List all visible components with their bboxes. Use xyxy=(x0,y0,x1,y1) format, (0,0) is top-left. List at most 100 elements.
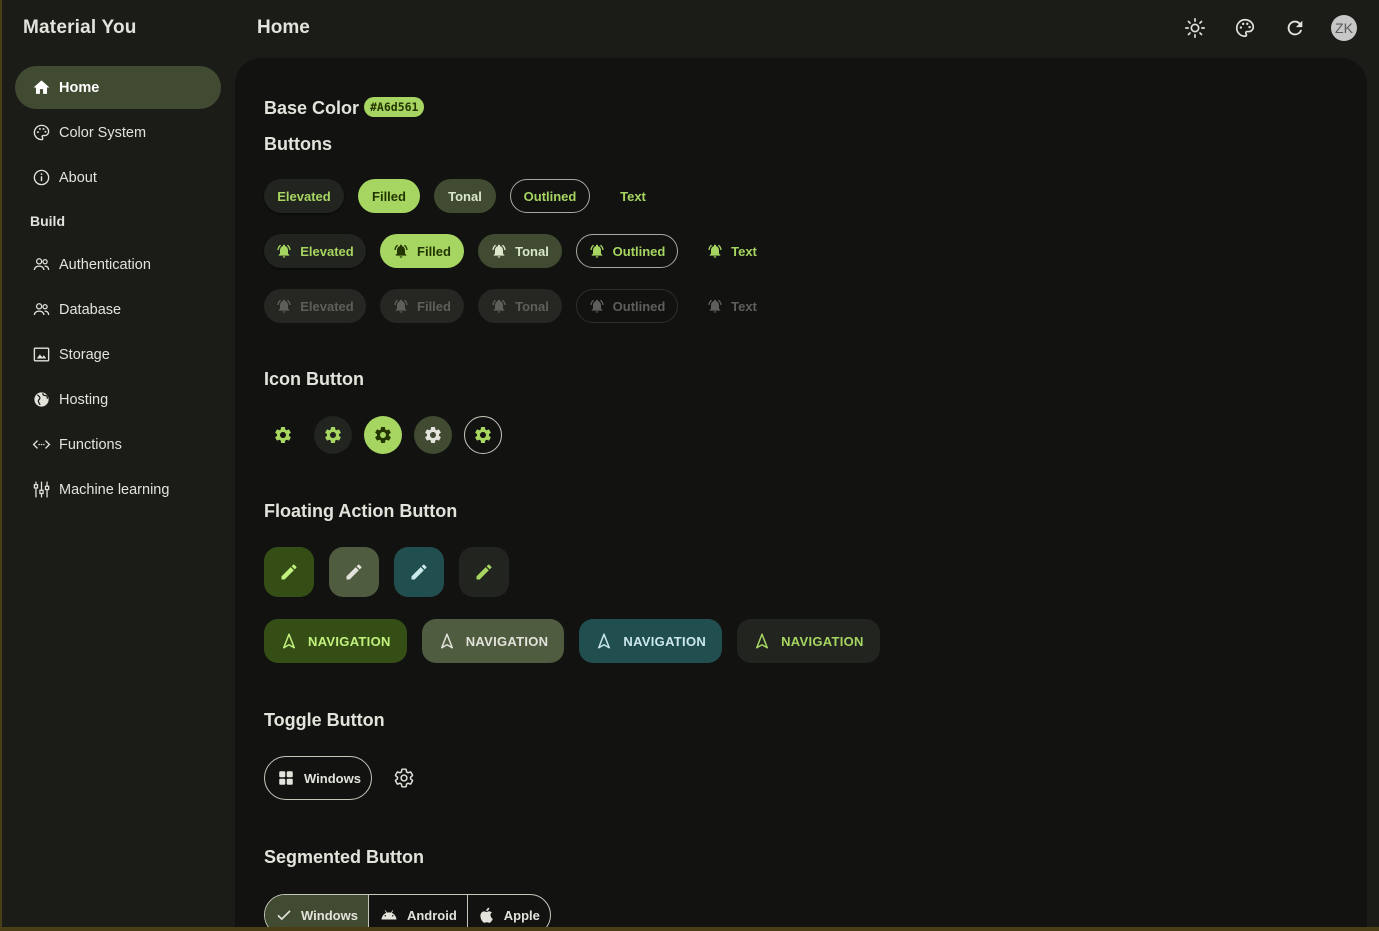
pencil-icon xyxy=(279,562,299,582)
base-color-title: Base Color xyxy=(264,98,360,118)
sidebar-item-hosting[interactable]: Hosting xyxy=(15,378,221,421)
button-label: Text xyxy=(731,298,757,314)
globe-icon xyxy=(31,390,51,410)
section-label-build: Build xyxy=(30,213,65,229)
fab-secondary[interactable] xyxy=(329,547,379,597)
segmented-button: Windows Android Apple xyxy=(264,894,551,931)
tune-icon xyxy=(31,480,51,500)
windows-icon xyxy=(277,769,295,787)
sidebar-item-label: Storage xyxy=(59,346,110,363)
sidebar-item-functions[interactable]: Functions xyxy=(15,423,221,466)
tonal-button[interactable]: Tonal xyxy=(434,179,496,213)
button-label: Outlined xyxy=(612,243,666,259)
bell-icon xyxy=(393,243,409,259)
toggle-button-windows[interactable]: Windows xyxy=(264,756,372,800)
extended-fab-label: NAVIGATION xyxy=(308,633,391,649)
outlined-icon-button-gear[interactable] xyxy=(464,416,502,454)
text-icon-button[interactable]: Text xyxy=(692,234,772,268)
button-label: Elevated xyxy=(300,243,354,259)
gear-icon xyxy=(323,425,343,445)
palette-icon[interactable] xyxy=(1231,14,1259,42)
buttons-title: Buttons xyxy=(264,134,332,154)
gear-icon xyxy=(423,425,443,445)
elevated-icon-button-gear[interactable] xyxy=(314,416,352,454)
people-icon xyxy=(31,255,51,275)
info-icon xyxy=(31,168,51,188)
elevated-button[interactable]: Elevated xyxy=(264,179,344,213)
button-label: Tonal xyxy=(515,298,549,314)
pencil-icon xyxy=(409,562,429,582)
segment-android[interactable]: Android xyxy=(369,895,468,931)
segmented-button-title: Segmented Button xyxy=(264,847,424,867)
pencil-icon xyxy=(344,562,364,582)
page-title: Home xyxy=(257,17,310,38)
bell-icon xyxy=(589,298,605,314)
sidebar-item-label: Functions xyxy=(59,436,122,453)
filled-icon-button[interactable]: Filled xyxy=(380,234,464,268)
button-label: Tonal xyxy=(515,243,549,259)
bell-icon xyxy=(491,298,507,314)
outlined-icon-button[interactable]: Outlined xyxy=(576,234,678,268)
refresh-icon[interactable] xyxy=(1281,14,1309,42)
bell-icon xyxy=(491,243,507,259)
gear-icon xyxy=(273,425,293,445)
gear-icon xyxy=(373,425,393,445)
extended-fab-primary[interactable]: NAVIGATION xyxy=(264,619,407,663)
sidebar-item-machine-learning[interactable]: Machine learning xyxy=(15,468,221,511)
sidebar-item-home[interactable]: Home xyxy=(15,66,221,109)
app-title: Material You xyxy=(23,17,137,38)
brightness-icon[interactable] xyxy=(1181,14,1209,42)
fab-tertiary[interactable] xyxy=(394,547,444,597)
bell-icon xyxy=(276,298,292,314)
sidebar-item-label: Hosting xyxy=(59,391,109,408)
bell-icon xyxy=(589,243,605,259)
buttons-row-plain: Elevated Filled Tonal Outlined Text xyxy=(264,179,662,213)
standard-icon-button[interactable] xyxy=(264,416,302,454)
main-content: Base Color #A6d561 Buttons Elevated Fill… xyxy=(235,58,1367,931)
sidebar-item-label: About xyxy=(59,169,97,186)
outlined-button[interactable]: Outlined xyxy=(510,179,590,213)
sidebar-item-database[interactable]: Database xyxy=(15,288,221,331)
extended-fab-surface[interactable]: NAVIGATION xyxy=(737,619,880,663)
android-icon xyxy=(379,906,399,924)
top-actions: ZK xyxy=(1181,14,1357,42)
button-label: Filled xyxy=(417,298,451,314)
sidebar-item-label: Color System xyxy=(59,124,147,141)
bell-icon xyxy=(276,243,292,259)
elevated-icon-button[interactable]: Elevated xyxy=(264,234,366,268)
toggle-button-label: Windows xyxy=(304,770,361,786)
extended-fab-secondary[interactable]: NAVIGATION xyxy=(421,619,565,663)
segment-apple[interactable]: Apple xyxy=(468,895,550,931)
tonal-icon-button-gear[interactable] xyxy=(414,416,452,454)
palette-icon xyxy=(31,123,51,143)
outlined-button-disabled: Outlined xyxy=(576,289,678,323)
text-button[interactable]: Text xyxy=(604,179,662,213)
button-label: Elevated xyxy=(300,298,354,314)
gear-icon xyxy=(473,425,493,445)
sidebar-item-storage[interactable]: Storage xyxy=(15,333,221,376)
fab-primary[interactable] xyxy=(264,547,314,597)
navigation-icon xyxy=(280,632,298,650)
sidebar-item-authentication[interactable]: Authentication xyxy=(15,243,221,286)
filled-icon-button-gear[interactable] xyxy=(364,416,402,454)
extended-fab-tertiary[interactable]: NAVIGATION xyxy=(579,619,723,663)
tonal-icon-button[interactable]: Tonal xyxy=(478,234,562,268)
segment-label: Windows xyxy=(301,907,358,923)
top-app-bar: Material You Home ZK xyxy=(0,0,1379,58)
icon-button-title: Icon Button xyxy=(264,369,364,389)
button-label: Text xyxy=(731,243,757,259)
check-icon xyxy=(275,906,293,924)
text-button-disabled: Text xyxy=(692,289,772,323)
sidebar-item-color-system[interactable]: Color System xyxy=(15,111,221,154)
filled-button[interactable]: Filled xyxy=(358,179,420,213)
filled-button-disabled: Filled xyxy=(380,289,464,323)
segment-windows[interactable]: Windows xyxy=(265,895,369,931)
avatar[interactable]: ZK xyxy=(1331,15,1357,41)
buttons-row-disabled: Elevated Filled Tonal Outlined Text xyxy=(264,289,772,323)
fab-surface[interactable] xyxy=(459,547,509,597)
extended-fab-row: NAVIGATION NAVIGATION NAVIGATION NAVIGAT… xyxy=(264,619,880,663)
fab-title: Floating Action Button xyxy=(264,501,458,521)
sidebar-item-about[interactable]: About xyxy=(15,156,221,199)
extended-fab-label: NAVIGATION xyxy=(781,633,864,649)
settings-toggle[interactable] xyxy=(390,764,418,792)
